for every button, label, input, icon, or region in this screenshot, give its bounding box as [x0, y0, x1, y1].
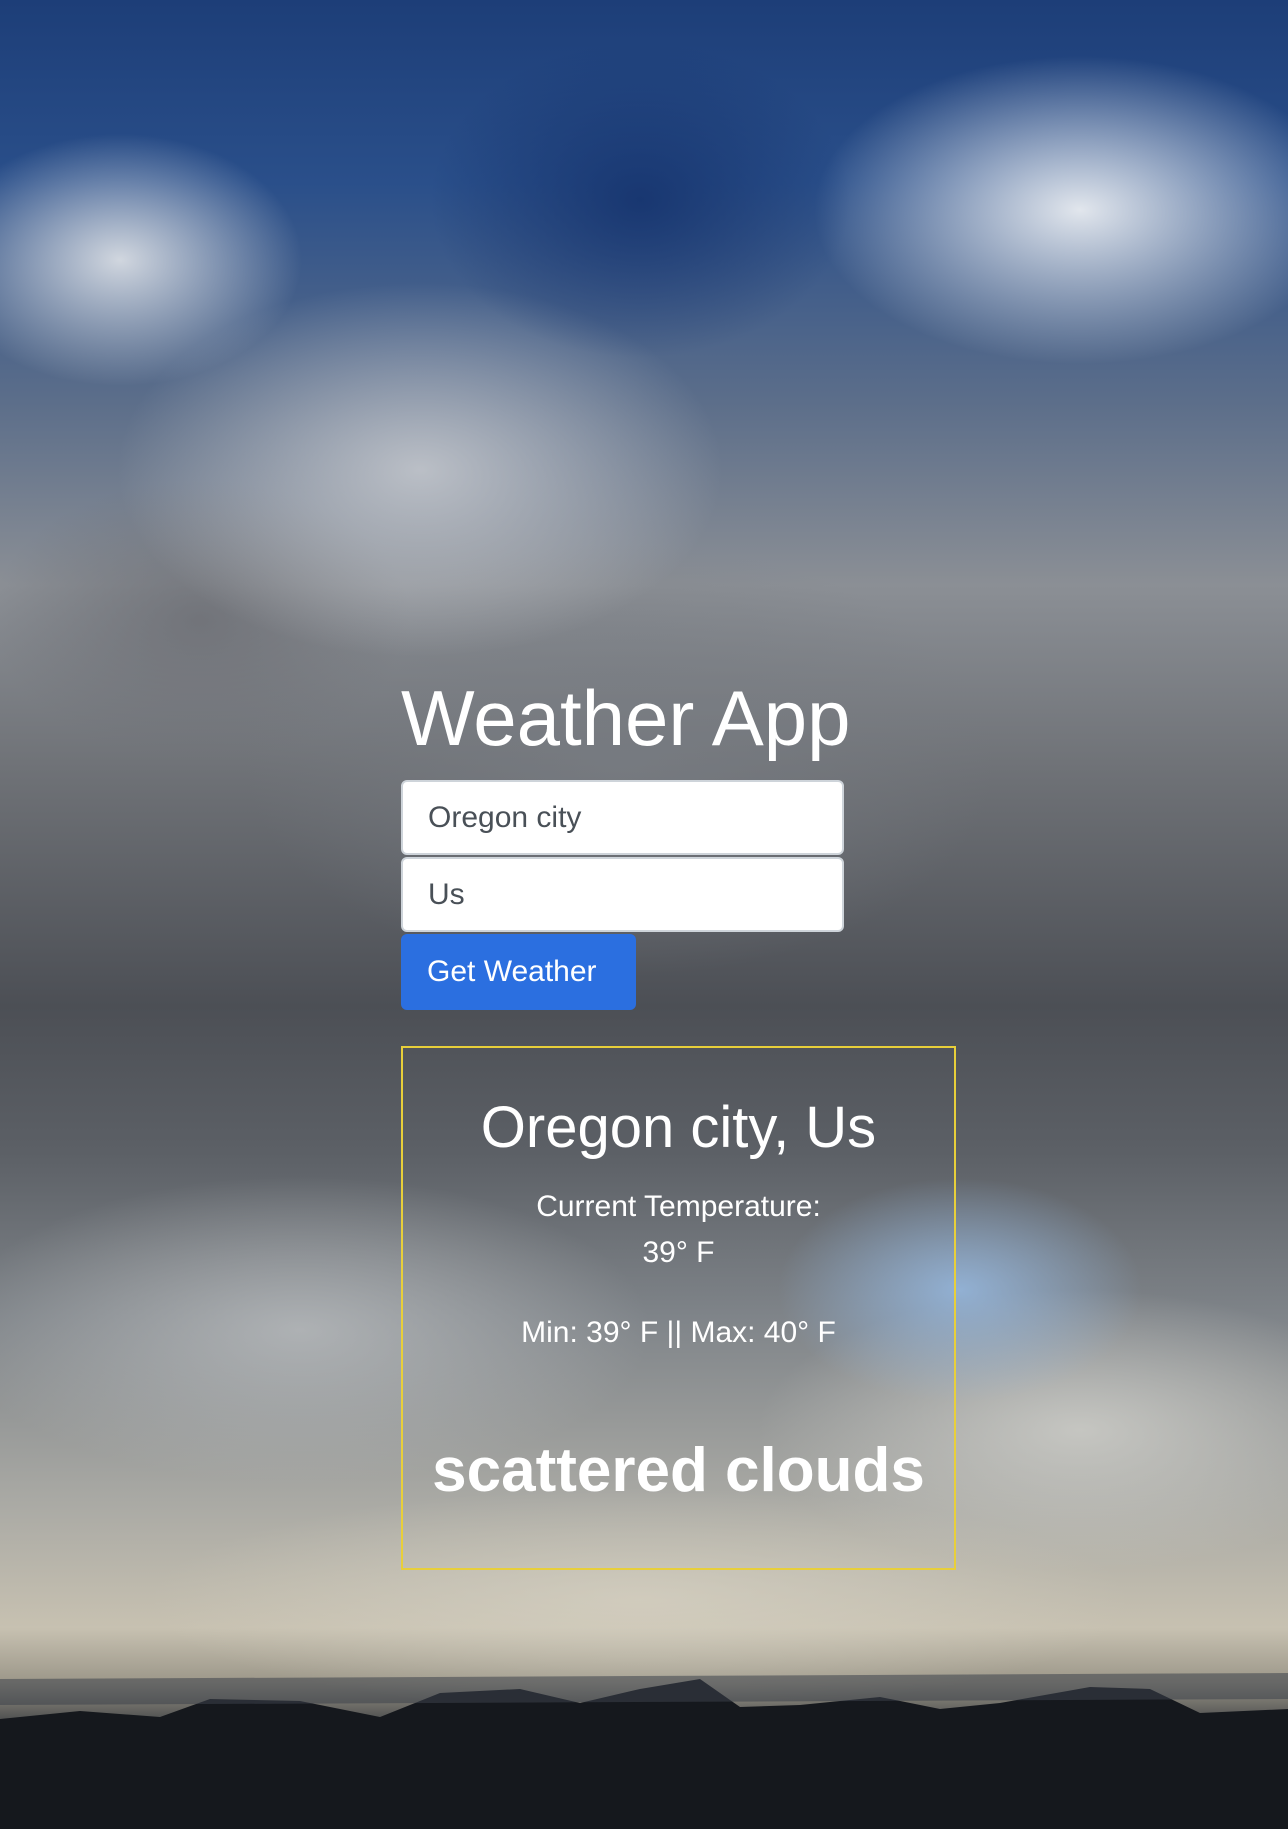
result-location: Oregon city, Us — [480, 1095, 877, 1160]
country-input[interactable] — [401, 857, 844, 932]
weather-description: scattered clouds — [432, 1436, 925, 1505]
current-temperature-value: 39° F — [642, 1236, 715, 1269]
page-title: Weather App — [401, 674, 851, 762]
page-background: Weather App Get Weather Oregon city, Us … — [0, 0, 1288, 1829]
min-max-temperature: Min: 39° F || Max: 40° F — [521, 1316, 836, 1349]
weather-result-card: Oregon city, Us Current Temperature: 39°… — [401, 1046, 956, 1570]
city-input[interactable] — [401, 780, 844, 855]
current-temperature-label: Current Temperature: — [536, 1190, 821, 1223]
get-weather-button[interactable]: Get Weather — [401, 934, 636, 1010]
coastline-rocks — [0, 1673, 1288, 1829]
weather-form: Weather App Get Weather — [401, 674, 961, 1010]
sky-background — [360, 0, 920, 420]
